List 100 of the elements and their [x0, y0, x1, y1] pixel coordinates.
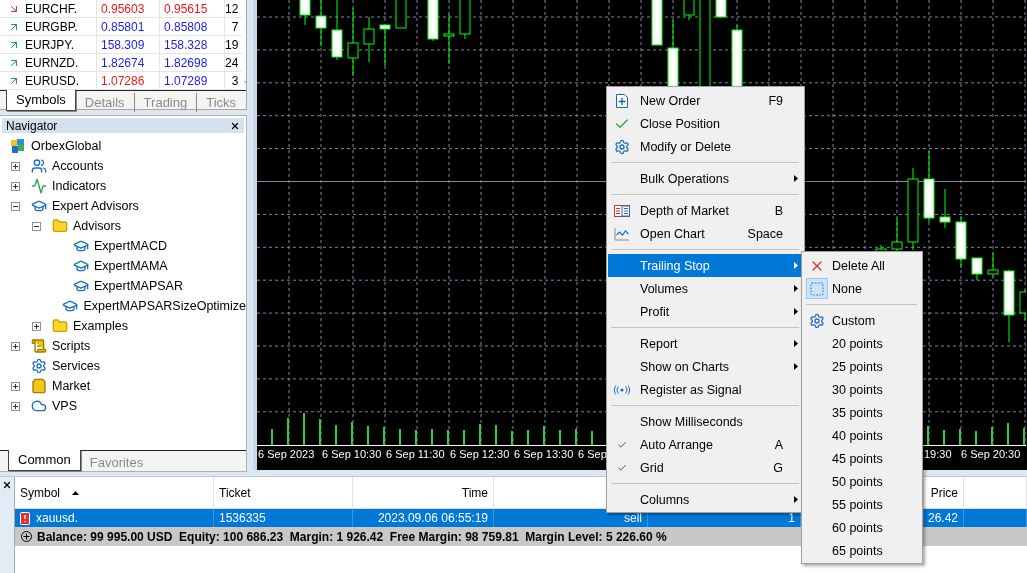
- shopping-bag-icon: [31, 378, 47, 394]
- tree-item[interactable]: OrbexGlobal: [0, 136, 246, 156]
- symbol-name: EURJPY.: [25, 37, 75, 52]
- menu-item[interactable]: Modify or Delete: [608, 135, 803, 158]
- menu-item[interactable]: Bulk Operations: [608, 167, 803, 190]
- time-axis-label: 6 Sep 2023: [258, 448, 315, 460]
- menu-item[interactable]: Show on Charts: [608, 355, 803, 378]
- broadcast-icon: [613, 384, 631, 395]
- menu-item[interactable]: Trailing Stop: [608, 254, 803, 277]
- time-axis-label: 6 Sep: [578, 448, 607, 460]
- spread-value: 24: [225, 54, 240, 71]
- graduation-cap-icon: [73, 258, 89, 274]
- time-axis-label: 6 Sep 13:30: [514, 448, 574, 460]
- indicator-line-icon: [31, 178, 47, 194]
- collapse-icon[interactable]: [32, 221, 41, 231]
- tree-item[interactable]: Expert Advisors: [0, 196, 246, 216]
- tree-item[interactable]: ExpertMAMA: [0, 256, 246, 276]
- menu-item[interactable]: 65 points: [803, 539, 921, 562]
- column-header[interactable]: Time: [353, 477, 494, 508]
- graduation-cap-icon: [73, 278, 89, 294]
- time-axis-label: 6 Sep 11:30: [386, 448, 445, 460]
- menu-item[interactable]: Report: [608, 332, 803, 355]
- symbol-name: xauusd.: [36, 511, 79, 525]
- tree-item[interactable]: Services: [0, 356, 246, 376]
- menu-item[interactable]: Close Position: [608, 112, 803, 135]
- spread-value: 19: [225, 36, 240, 53]
- menu-item[interactable]: 35 points: [803, 401, 921, 424]
- expand-icon[interactable]: [32, 321, 41, 331]
- column-header[interactable]: Ticket: [214, 477, 353, 508]
- tree-item[interactable]: ExpertMAPSARSizeOptimize: [0, 296, 246, 316]
- bid-price: 1.82674: [97, 54, 160, 71]
- menu-item[interactable]: Columns: [608, 488, 803, 511]
- menu-item[interactable]: Grid G: [608, 456, 803, 479]
- menu-item[interactable]: Volumes: [608, 277, 803, 300]
- tree-item[interactable]: Scripts: [0, 336, 246, 356]
- spread-value: 3: [230, 72, 240, 89]
- close-icon[interactable]: [230, 120, 240, 131]
- tree-item[interactable]: Examples: [0, 316, 246, 336]
- panel-title: Navigator: [6, 118, 58, 133]
- ask-price: 158.328: [160, 36, 225, 53]
- candlestick: [987, 252, 999, 278]
- shortcut-label: Space: [747, 226, 784, 241]
- expand-icon[interactable]: [21, 531, 32, 542]
- sell-order-icon: [20, 511, 30, 525]
- menu-item[interactable]: Depth of Market B: [608, 199, 803, 222]
- tree-item[interactable]: Accounts: [0, 156, 246, 176]
- dotted-square-icon: [810, 281, 824, 296]
- menu-item[interactable]: 45 points: [803, 447, 921, 470]
- menu-item[interactable]: Register as Signal: [608, 378, 803, 401]
- expand-icon[interactable]: [11, 381, 20, 391]
- submenu-arrow-icon: [794, 340, 798, 347]
- bid-price: 158.309: [97, 36, 160, 53]
- menu-item[interactable]: Open Chart Space: [608, 222, 803, 245]
- candlestick: [347, 7, 359, 77]
- expand-icon[interactable]: [11, 161, 20, 171]
- menu-item[interactable]: 50 points: [803, 470, 921, 493]
- menu-item[interactable]: New Order F9: [608, 89, 803, 112]
- gear-icon: [31, 358, 47, 374]
- tab[interactable]: Symbols: [6, 90, 76, 111]
- menu-item[interactable]: None: [803, 277, 921, 300]
- order-book-icon: [614, 204, 630, 217]
- candlestick: [427, 0, 439, 42]
- close-icon[interactable]: [2, 480, 12, 490]
- bid-price: 1.07286: [97, 72, 160, 89]
- column-header[interactable]: Price: [924, 477, 964, 508]
- menu-item[interactable]: 20 points: [803, 332, 921, 355]
- tree-item[interactable]: ExpertMACD: [0, 236, 246, 256]
- settings-icon: [614, 138, 630, 155]
- symbol-name: EURNZD.: [25, 55, 79, 70]
- menu-item[interactable]: Custom: [803, 309, 921, 332]
- column-header[interactable]: Symbol: [15, 477, 214, 508]
- submenu-arrow-icon: [794, 262, 798, 269]
- collapse-icon[interactable]: [11, 201, 20, 211]
- expand-icon[interactable]: [11, 181, 20, 191]
- expand-icon[interactable]: [11, 401, 20, 411]
- candlestick: [315, 0, 327, 47]
- menu-item[interactable]: Delete All: [803, 254, 921, 277]
- menu-item[interactable]: 25 points: [803, 355, 921, 378]
- submenu-arrow-icon: [794, 285, 798, 292]
- tree-item[interactable]: Advisors: [0, 216, 246, 236]
- tree-item[interactable]: VPS: [0, 396, 246, 416]
- folder-icon: [52, 318, 68, 334]
- candlestick: [331, 0, 343, 61]
- tab[interactable]: Common: [8, 450, 81, 471]
- menu-item[interactable]: Profit: [608, 300, 803, 323]
- tree-item[interactable]: Indicators: [0, 176, 246, 196]
- submenu-arrow-icon: [794, 175, 798, 182]
- tree-item[interactable]: ExpertMAPSAR: [0, 276, 246, 296]
- checkmark-icon: [617, 439, 627, 450]
- submenu-arrow-icon: [794, 308, 798, 315]
- tree-item[interactable]: Market: [0, 376, 246, 396]
- time-axis-label: 6 Sep 12:30: [450, 448, 510, 460]
- spread-value: 7: [230, 18, 240, 35]
- expand-icon[interactable]: [11, 341, 20, 351]
- symbol-name: EURUSD.: [25, 73, 79, 88]
- menu-item[interactable]: Auto Arrange A: [608, 433, 803, 456]
- graduation-cap-icon: [73, 238, 89, 254]
- menu-item[interactable]: Show Milliseconds: [608, 410, 803, 433]
- menu-item[interactable]: 30 points: [803, 378, 921, 401]
- menu-item[interactable]: 40 points: [803, 424, 921, 447]
